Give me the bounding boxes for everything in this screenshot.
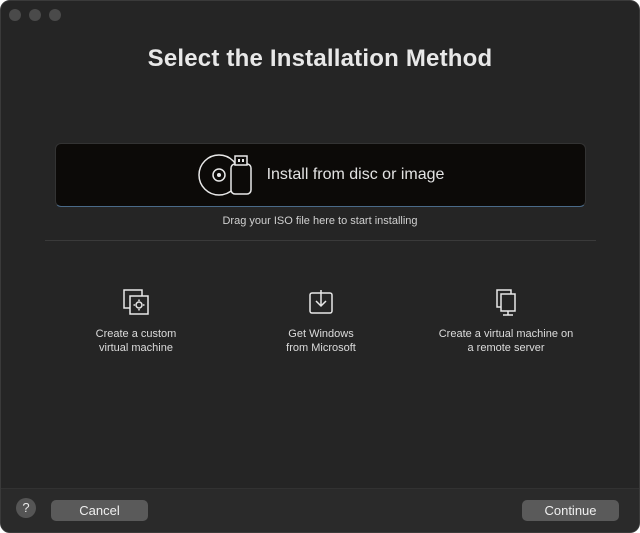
remote-server-vm-label: Create a virtual machine on a remote ser… — [438, 328, 574, 354]
zoom-window-button[interactable] — [49, 9, 61, 21]
window-controls — [9, 9, 61, 21]
get-windows-label: Get Windows from Microsoft — [286, 328, 356, 354]
divider — [45, 240, 596, 241]
page-title: Select the Installation Method — [147, 45, 493, 72]
installation-assistant-window: Select the Installation Method Install f… — [0, 0, 640, 533]
install-from-image-drop-zone[interactable]: Install from disc or image — [55, 143, 586, 207]
cancel-button[interactable]: Cancel — [51, 500, 148, 521]
continue-button[interactable]: Continue — [522, 500, 619, 521]
disc-usb-icon — [197, 154, 252, 196]
footer-bar: ? Cancel Continue — [1, 488, 639, 532]
remote-server-vm-option[interactable]: Create a virtual machine on a remote ser… — [416, 287, 596, 355]
create-custom-vm-label: Create a custom virtual machine — [95, 328, 177, 354]
minimize-window-button[interactable] — [29, 9, 41, 21]
drag-iso-hint: Drag your ISO file here to start install… — [222, 215, 418, 227]
close-window-button[interactable] — [9, 9, 21, 21]
custom-vm-icon — [123, 289, 149, 315]
install-from-image-label: Install from disc or image — [266, 166, 445, 183]
download-icon — [309, 290, 333, 314]
get-windows-option[interactable]: Get Windows from Microsoft — [231, 287, 411, 355]
remote-server-icon — [496, 289, 516, 316]
help-button[interactable]: ? — [16, 498, 36, 518]
create-custom-vm-option[interactable]: Create a custom virtual machine — [46, 287, 226, 355]
